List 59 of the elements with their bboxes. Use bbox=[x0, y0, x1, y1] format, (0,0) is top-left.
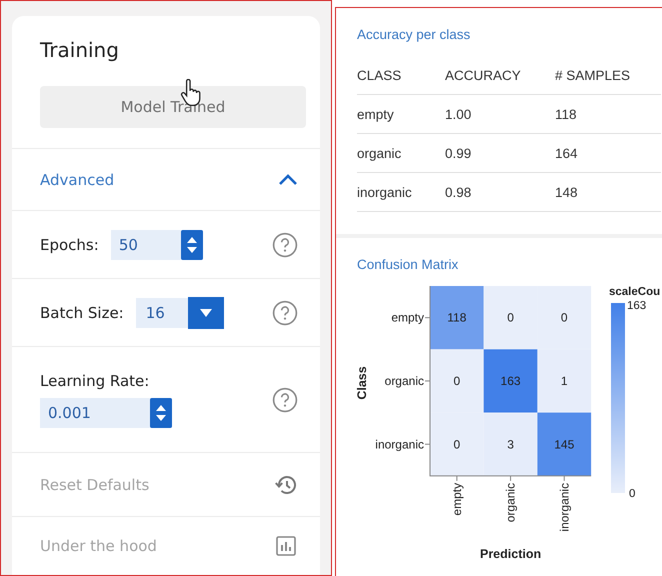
column-label: inorganic bbox=[557, 482, 572, 532]
cell-value: 163 bbox=[500, 374, 521, 388]
cell-value: 0 bbox=[454, 437, 460, 452]
row-label: organic bbox=[384, 374, 424, 388]
heatmap-cell bbox=[484, 349, 538, 413]
batch-size-dropdown[interactable]: 16 bbox=[136, 298, 224, 328]
section-title: Accuracy per class bbox=[357, 27, 472, 42]
number-spinner[interactable]: 50 bbox=[110, 230, 203, 260]
axis-title: Prediction bbox=[480, 547, 542, 561]
table-cell: 164 bbox=[555, 134, 661, 172]
spinner-arrows-icon bbox=[186, 236, 197, 254]
number-spinner[interactable]: 0.001 bbox=[40, 398, 172, 428]
heatmap-cell bbox=[430, 412, 484, 476]
heatmap-cell bbox=[537, 412, 592, 476]
help-icon[interactable] bbox=[272, 386, 298, 412]
spinner-arrows-icon bbox=[156, 404, 166, 422]
heatmap-cell bbox=[430, 349, 484, 413]
cell-value: 0 bbox=[454, 374, 460, 388]
column-label: organic bbox=[504, 482, 518, 522]
panel-title: Training bbox=[40, 38, 120, 64]
cell-value: 0 bbox=[507, 310, 514, 325]
help-icon[interactable] bbox=[272, 300, 298, 326]
legend-label: 0 bbox=[629, 488, 636, 500]
caret-icon[interactable] bbox=[278, 174, 298, 186]
row-label: inorganic bbox=[375, 437, 424, 452]
legend-label: 163 bbox=[627, 300, 646, 312]
cell-value: 145 bbox=[554, 437, 574, 452]
table-cell: empty bbox=[357, 94, 445, 134]
axis-title: Class bbox=[355, 366, 369, 400]
advanced-toggle[interactable]: Advanced bbox=[40, 170, 114, 188]
help-icon[interactable] bbox=[272, 232, 298, 258]
row-label: empty bbox=[391, 310, 424, 325]
table-cell: 148 bbox=[555, 172, 661, 212]
bar-chart-icon[interactable] bbox=[274, 534, 298, 558]
heatmap-cell bbox=[537, 349, 592, 413]
cell-value: 0 bbox=[560, 310, 568, 325]
legend-title: scaleCou bbox=[609, 286, 660, 298]
table-cell: 1.00 bbox=[445, 94, 555, 134]
setting-label: Batch Size: bbox=[40, 304, 124, 322]
column-header: # SAMPLES bbox=[555, 56, 661, 94]
table-cell: inorganic bbox=[357, 172, 445, 212]
column-header: ACCURACY bbox=[445, 56, 555, 94]
table-cell: 118 bbox=[555, 94, 661, 134]
heatmap-cell bbox=[484, 412, 538, 476]
table-cell: 0.98 bbox=[445, 172, 555, 212]
column-label: empty bbox=[450, 482, 464, 516]
heatmap-cell bbox=[430, 286, 484, 350]
cell-value: 1 bbox=[560, 374, 568, 388]
setting-label: Epochs: bbox=[40, 236, 99, 254]
heatmap-cell bbox=[537, 286, 592, 350]
column-header: CLASS bbox=[357, 56, 445, 94]
section-title: Confusion Matrix bbox=[357, 257, 460, 272]
table-cell: 0.99 bbox=[445, 134, 555, 172]
cell-value: 3 bbox=[507, 437, 514, 452]
heatmap-cell bbox=[484, 286, 538, 350]
table-cell: organic bbox=[357, 134, 445, 172]
setting-label: Learning Rate: bbox=[40, 372, 150, 390]
dropdown-arrow-icon bbox=[200, 308, 212, 316]
cell-value: 118 bbox=[447, 310, 466, 325]
